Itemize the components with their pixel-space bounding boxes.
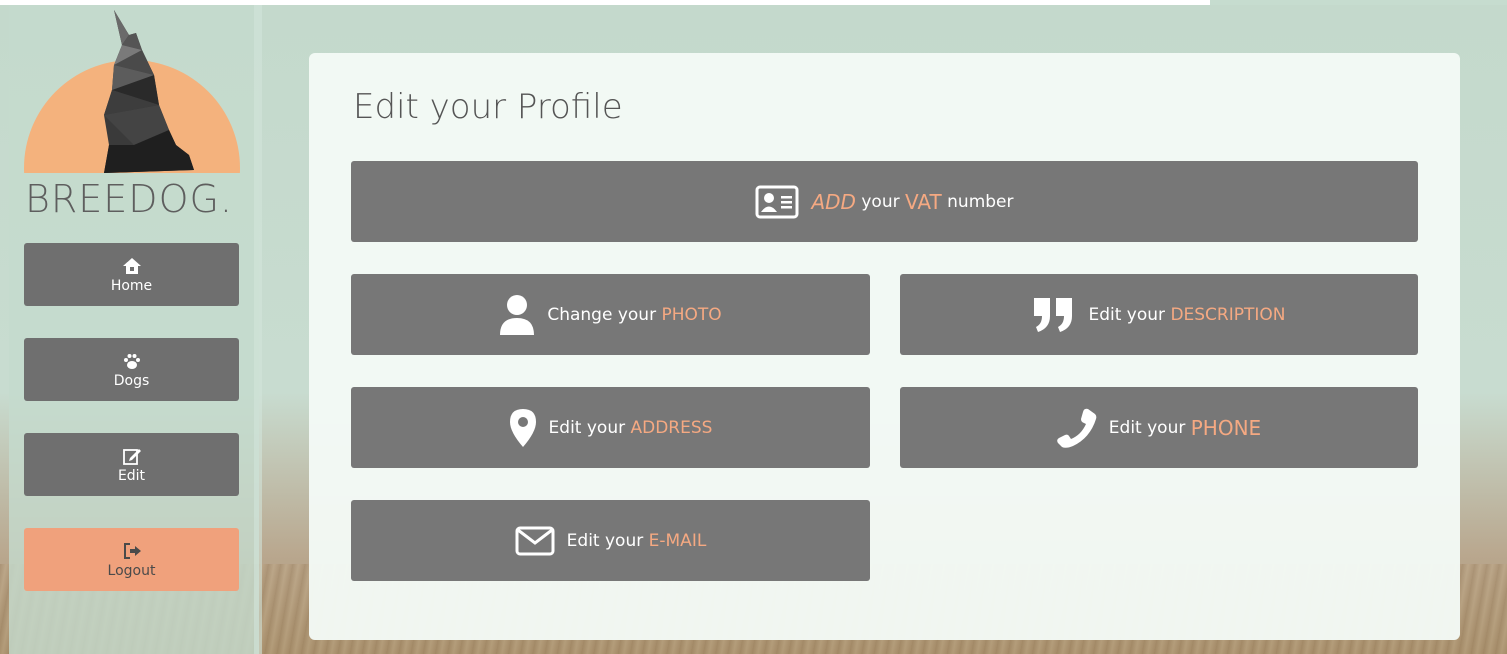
- map-marker-icon: [509, 408, 537, 448]
- home-icon: [122, 257, 141, 274]
- sidebar-item-edit[interactable]: Edit: [24, 433, 239, 496]
- id-card-icon: [755, 185, 799, 219]
- edit-phone-button[interactable]: Edit your PHONE: [900, 387, 1418, 468]
- sidebar-item-label: Logout: [107, 562, 156, 579]
- change-photo-button[interactable]: Change your PHOTO: [351, 274, 870, 355]
- address-highlight: ADDRESS: [630, 417, 713, 438]
- sidebar-item-label: Dogs: [113, 372, 150, 389]
- sidebar-item-label: Home: [110, 277, 153, 294]
- sidebar-edge: [254, 5, 262, 654]
- description-pre-text: Edit your: [1088, 304, 1171, 325]
- wolf-logo-icon: [104, 10, 194, 173]
- sidebar-item-home[interactable]: Home: [24, 243, 239, 306]
- edit-address-button[interactable]: Edit your ADDRESS: [351, 387, 870, 468]
- vat-add-word: ADD: [811, 189, 856, 214]
- paw-icon: [123, 353, 140, 369]
- photo-highlight: PHOTO: [661, 304, 722, 325]
- edit-email-button[interactable]: Edit your E-MAIL: [351, 500, 870, 581]
- vat-post-text: number: [941, 191, 1014, 212]
- sidebar-item-logout[interactable]: Logout: [24, 528, 239, 591]
- photo-pre-text: Change your: [547, 304, 662, 325]
- address-pre-text: Edit your: [548, 417, 631, 438]
- profile-card: Edit your Profile ADD your VAT number Ch…: [309, 53, 1460, 640]
- phone-pre-text: Edit your: [1108, 417, 1191, 438]
- envelope-icon: [515, 526, 555, 556]
- sidebar-item-label: Edit: [117, 467, 146, 484]
- edit-description-button[interactable]: Edit your DESCRIPTION: [900, 274, 1418, 355]
- user-icon: [499, 294, 535, 336]
- sidebar: BREEDOG. Home Dogs Edit Logout: [9, 5, 259, 654]
- vat-mid-text: your: [855, 191, 905, 212]
- email-pre-text: Edit your: [566, 530, 649, 551]
- vat-highlight: VAT: [905, 189, 942, 214]
- phone-highlight: PHONE: [1190, 415, 1262, 440]
- top-strip-tab: [1210, 0, 1507, 5]
- add-vat-button[interactable]: ADD your VAT number: [351, 161, 1418, 242]
- logo: [24, 5, 242, 173]
- page-title: Edit your Profile: [353, 87, 623, 127]
- email-highlight: E-MAIL: [648, 530, 707, 551]
- description-highlight: DESCRIPTION: [1170, 304, 1286, 325]
- sidebar-item-dogs[interactable]: Dogs: [24, 338, 239, 401]
- brand-name: BREEDOG.: [25, 177, 234, 221]
- logout-icon: [123, 542, 141, 559]
- edit-icon: [122, 448, 141, 465]
- quote-icon: [1032, 296, 1076, 334]
- phone-icon: [1056, 408, 1097, 448]
